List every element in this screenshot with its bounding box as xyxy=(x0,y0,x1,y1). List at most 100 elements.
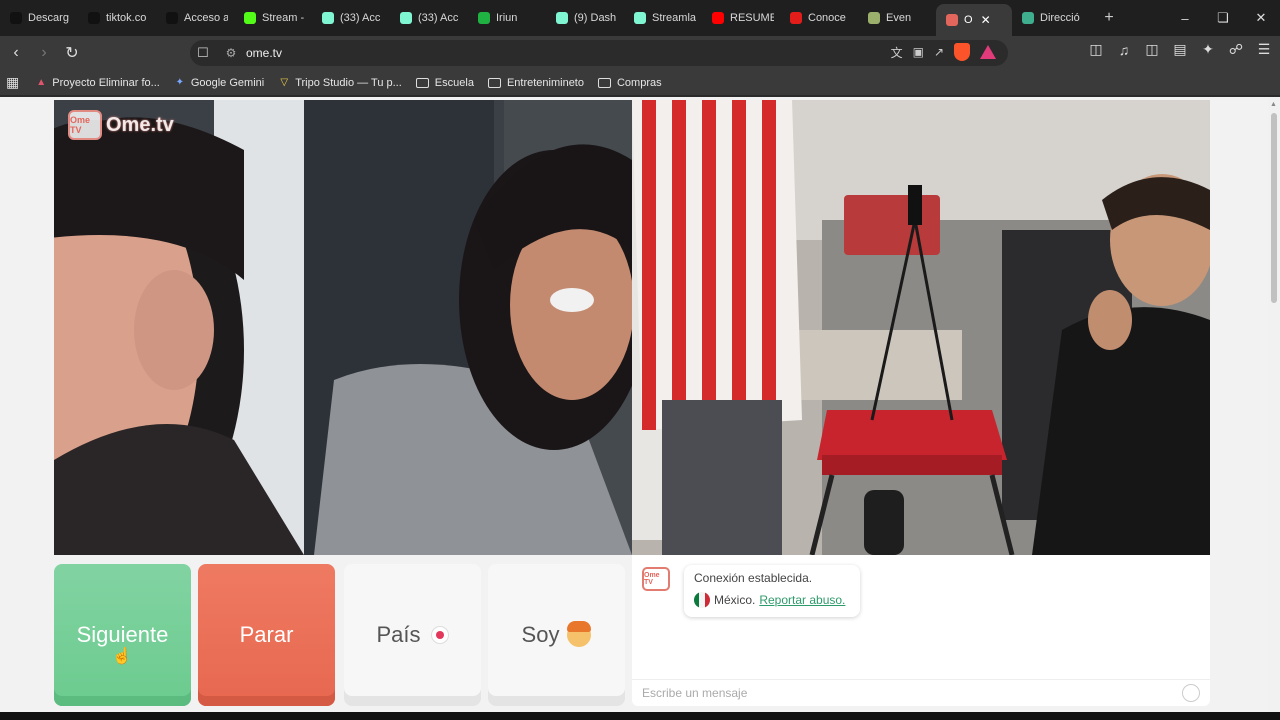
tab-item[interactable]: (33) Acc xyxy=(312,4,390,32)
streamlabs-icon xyxy=(556,12,568,24)
minimize-icon[interactable]: – xyxy=(1166,0,1204,36)
bookmark-icon[interactable]: ☐ xyxy=(192,45,214,61)
boy-face-icon xyxy=(567,621,592,647)
close-tab-icon[interactable]: ✕ xyxy=(981,13,991,27)
stop-button[interactable]: Parar xyxy=(198,564,335,706)
tab-title: Streamla xyxy=(652,12,696,24)
new-tab-button[interactable]: + xyxy=(1094,9,1124,27)
url-text[interactable]: ome.tv xyxy=(246,46,282,60)
bookmark-item[interactable]: ✦ Google Gemini xyxy=(174,76,265,89)
emoji-icon[interactable] xyxy=(1182,684,1200,702)
bookmark-item[interactable]: Compras xyxy=(597,76,662,89)
forward-button[interactable]: › xyxy=(32,41,56,65)
bookmark-item[interactable]: Escuela xyxy=(415,77,474,89)
stop-button-label: Parar xyxy=(239,622,294,647)
tab-title: Stream - xyxy=(262,12,305,24)
tab-item[interactable]: Descarg xyxy=(0,4,78,32)
tiktok-icon xyxy=(88,12,100,24)
bookmark-label: Compras xyxy=(616,76,662,89)
window-controls: – ❏ ✕ xyxy=(1166,0,1280,36)
vpn-icon[interactable]: ☍ xyxy=(1228,41,1244,58)
partner-video xyxy=(54,100,632,555)
toolbar-actions: ◫ ♫ ◫ ▤ ✦ ☍ ☰ xyxy=(1088,41,1272,58)
country-button[interactable]: País xyxy=(344,564,481,706)
tab-item[interactable]: tiktok.co xyxy=(78,4,156,32)
screenshot-icon[interactable]: ◫ xyxy=(1088,41,1104,58)
gender-button-label: Soy xyxy=(521,622,560,647)
tab-title: (33) Acc xyxy=(418,12,459,24)
message-input[interactable] xyxy=(642,686,1142,700)
tab-item[interactable]: Iriun xyxy=(468,4,546,32)
site-settings-icon[interactable]: ⚙ xyxy=(220,46,242,60)
bookmark-label: Proyecto Eliminar fo... xyxy=(52,76,160,89)
streamlabs-icon xyxy=(400,12,412,24)
bookmark-label: Google Gemini xyxy=(190,76,265,89)
apps-grid-icon[interactable]: ▦ xyxy=(6,74,19,91)
bookmark-label: Entretenimineto xyxy=(506,76,584,89)
tab-item[interactable]: (33) Acc xyxy=(390,4,468,32)
tripo-icon: ▽ xyxy=(280,77,289,88)
ometv-logo: Ome TV Ome.tv xyxy=(68,110,174,140)
tab-item[interactable]: O ✕ xyxy=(936,4,1012,36)
web-icon xyxy=(1022,12,1034,24)
tab-title: Even xyxy=(886,12,912,24)
tab-strip: Descarg tiktok.co Acceso a Stream - (33) Acc… xyxy=(0,0,1280,36)
tab-title: (33) Acc xyxy=(340,12,381,24)
country-line: México. Reportar abuso. xyxy=(694,592,850,608)
gemini-icon: ✦ xyxy=(175,77,185,88)
scroll-up-icon[interactable]: ▲ xyxy=(1270,101,1277,108)
tab-item[interactable]: Even xyxy=(858,4,936,32)
page-scrollbar[interactable]: ▲ xyxy=(1268,97,1280,712)
address-bar[interactable]: ☐ ⚙ ome.tv 文 ▣ ↗ xyxy=(190,40,1008,66)
sidebar-icon[interactable]: ◫ xyxy=(1144,41,1160,58)
close-window-icon[interactable]: ✕ xyxy=(1242,0,1280,36)
chat-ometv-icon: Ome TV xyxy=(642,567,670,591)
own-video-image xyxy=(632,100,1210,555)
media-icon[interactable]: ♫ xyxy=(1116,42,1132,58)
tab-item[interactable]: Stream - xyxy=(234,4,312,32)
tab-title: RESUME xyxy=(730,12,774,24)
scrollbar-thumb[interactable] xyxy=(1271,113,1277,303)
folder-icon xyxy=(597,77,611,88)
ometv-logo-badge: Ome TV xyxy=(68,110,102,140)
bookmark-item[interactable]: Entretenimineto xyxy=(487,76,584,89)
maximize-icon[interactable]: ❏ xyxy=(1204,0,1242,36)
gender-button[interactable]: Soy xyxy=(488,564,625,706)
message-bar xyxy=(632,679,1210,706)
wallet-icon[interactable]: ▤ xyxy=(1172,41,1188,58)
cast-icon[interactable]: ▣ xyxy=(913,45,924,59)
tab-title: tiktok.co xyxy=(106,12,147,24)
report-abuse-link[interactable]: Reportar abuso. xyxy=(759,593,845,607)
connection-status: Conexión establecida. xyxy=(694,571,813,585)
next-button[interactable]: Siguiente xyxy=(54,564,191,706)
address-bar-actions: 文 ▣ ↗ xyxy=(891,43,996,61)
leo-ai-icon[interactable]: ✦ xyxy=(1200,41,1216,58)
brave-rewards-icon[interactable] xyxy=(980,45,996,59)
tab-item[interactable]: Direcció xyxy=(1012,4,1094,32)
translate-icon[interactable]: 文 xyxy=(891,44,903,61)
tab-title: Conoce xyxy=(808,12,846,24)
tab-item[interactable]: Conoce xyxy=(780,4,858,32)
tab-item[interactable]: (9) Dash xyxy=(546,4,624,32)
mexico-flag-icon xyxy=(694,592,710,608)
tab-item[interactable]: RESUME xyxy=(702,4,780,32)
tab-title: (9) Dash xyxy=(574,12,617,24)
tab-item[interactable]: Streamla xyxy=(624,4,702,32)
triangle-icon: ▲ xyxy=(36,77,47,88)
folder-icon xyxy=(487,77,501,88)
tab-item[interactable]: Acceso a xyxy=(156,4,234,32)
dot-icon xyxy=(478,12,490,24)
kick-icon xyxy=(244,12,256,24)
partner-video-image xyxy=(54,100,632,555)
tiktok-icon xyxy=(10,12,22,24)
reload-button[interactable]: ↻ xyxy=(60,41,84,65)
folder-icon xyxy=(415,77,429,88)
menu-icon[interactable]: ☰ xyxy=(1256,41,1272,58)
bookmark-item[interactable]: ▲ Proyecto Eliminar fo... xyxy=(35,77,160,89)
back-button[interactable]: ‹ xyxy=(4,41,28,65)
brave-shields-icon[interactable] xyxy=(954,43,970,61)
own-video xyxy=(632,100,1210,555)
share-icon[interactable]: ↗ xyxy=(934,45,944,59)
bookmark-item[interactable]: ▽ Tripo Studio — Tu p... xyxy=(278,77,401,89)
tab-title: Direcció xyxy=(1040,12,1080,24)
